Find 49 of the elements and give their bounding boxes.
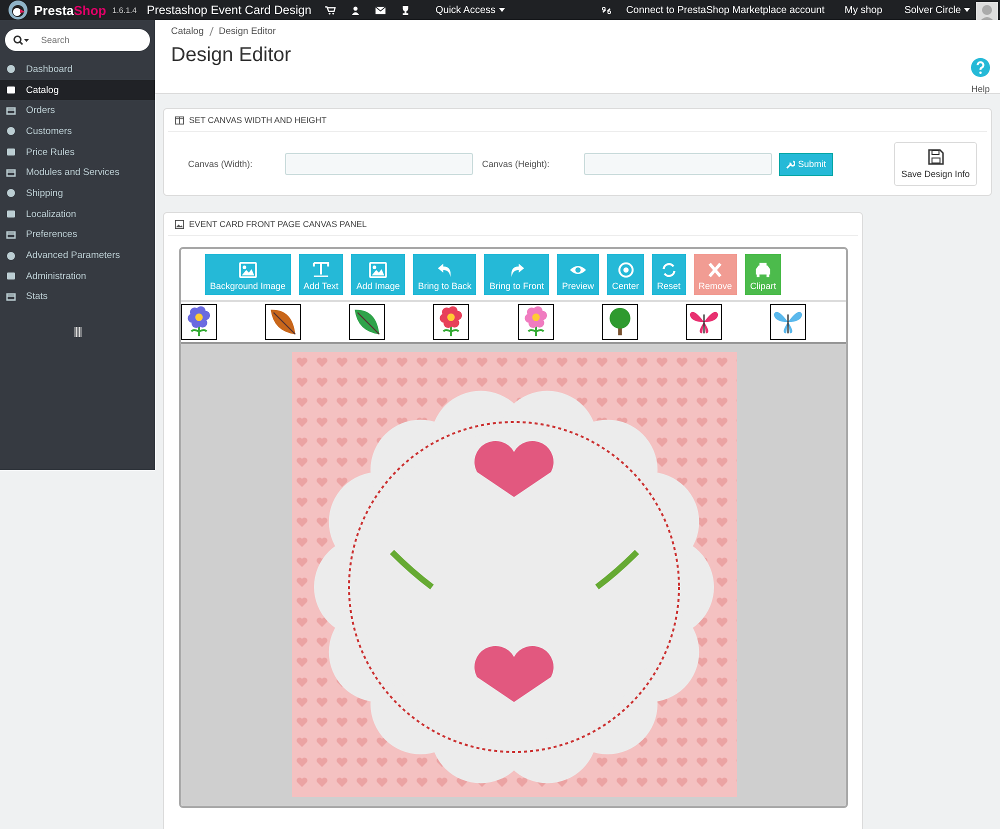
panel-title: EVENT CARD FRONT PAGE CANVAS PANEL — [189, 219, 367, 229]
input-field[interactable] — [584, 153, 772, 175]
version-label: 1.6.1.4 — [112, 6, 137, 14]
sidebar-item[interactable]: Dashboard — [0, 59, 155, 80]
brand-name[interactable]: PrestaShop — [34, 2, 106, 18]
panel-title: SET CANVAS WIDTH AND HEIGHT — [189, 115, 327, 125]
help-button[interactable]: Help — [971, 58, 990, 94]
user-icon[interactable] — [350, 6, 362, 14]
image-icon — [175, 220, 184, 228]
sidebar-item[interactable]: Customers — [0, 121, 155, 142]
save-design-button[interactable]: Save Design Info — [894, 142, 977, 186]
shop-title: Prestashop Event Card Design — [146, 3, 312, 17]
user-menu[interactable]: Solver Circle — [904, 4, 961, 16]
sidebar-item[interactable]: Price Rules — [0, 142, 155, 162]
sidebar-item[interactable]: Shipping — [0, 183, 155, 204]
breadcrumb-link[interactable]: Catalog — [171, 26, 204, 37]
search-field[interactable]: Search — [5, 29, 150, 51]
picture-icon — [369, 262, 388, 278]
sidebar-item[interactable]: Preferences — [0, 224, 155, 246]
target-icon — [616, 262, 635, 278]
question-icon — [971, 58, 990, 77]
caret-icon[interactable] — [498, 8, 505, 12]
marketplace-link[interactable]: Connect to PrestaShop Marketplace account — [626, 4, 825, 16]
sidebar-item[interactable]: Catalog — [0, 80, 155, 100]
close-icon — [706, 262, 724, 278]
sidebar-item[interactable]: Modules and Services — [0, 162, 155, 184]
text-icon — [312, 262, 330, 278]
car-icon — [754, 262, 772, 278]
caret-icon[interactable] — [964, 8, 970, 12]
breadcrumb-current: Design Editor — [218, 26, 276, 37]
input-field[interactable] — [285, 153, 473, 175]
quick-access-menu[interactable]: Quick Access — [435, 4, 496, 16]
columns-icon — [175, 116, 184, 124]
search-icon[interactable] — [13, 35, 29, 45]
field-label: Canvas (Width): — [188, 159, 254, 169]
sidebar-item[interactable]: Orders — [0, 100, 155, 122]
page-title: Design Editor — [171, 44, 292, 67]
picture-icon — [238, 262, 257, 278]
sidebar-item[interactable]: Advanced Parameters — [0, 245, 155, 266]
my-shop-link[interactable]: My shop — [844, 4, 882, 16]
refresh-icon — [660, 262, 678, 278]
collapse-bars-icon[interactable] — [74, 327, 82, 338]
sidebar-item[interactable]: Stats — [0, 286, 155, 308]
field-label: Canvas (Height): — [482, 159, 551, 169]
breadcrumb-separator-icon — [209, 27, 214, 36]
cart-icon[interactable] — [325, 6, 336, 14]
sidebar-item[interactable]: Administration — [0, 266, 155, 287]
sidebar-item[interactable]: Localization — [0, 204, 155, 224]
envelope-icon[interactable] — [375, 6, 386, 14]
